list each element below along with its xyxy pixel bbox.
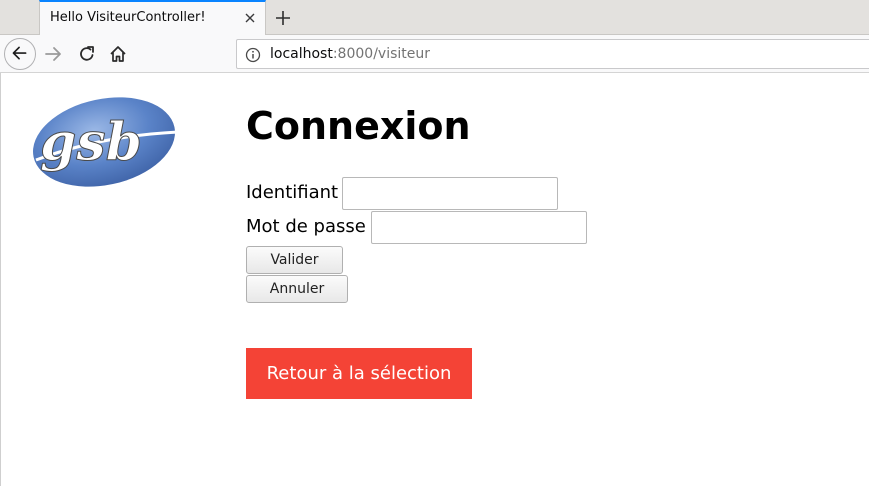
submit-button[interactable]: Valider [246, 246, 343, 274]
reload-icon[interactable] [76, 43, 98, 65]
navigation-bar: localhost:8000/visiteur [0, 35, 869, 73]
page-title: Connexion [246, 104, 471, 148]
tab-title: Hello VisiteurController! [50, 10, 206, 25]
url-path: :8000/visiteur [332, 46, 430, 62]
close-icon[interactable] [243, 11, 257, 25]
reset-button[interactable]: Annuler [246, 275, 348, 303]
url-text: localhost:8000/visiteur [270, 46, 430, 62]
logo-text: gsb [40, 112, 142, 173]
info-icon[interactable] [245, 47, 261, 63]
home-icon[interactable] [107, 43, 129, 65]
arrow-right-icon[interactable] [42, 43, 64, 65]
window-edge [0, 73, 1, 486]
back-to-selection-button[interactable]: Retour à la sélection [246, 348, 472, 399]
identifiant-input[interactable] [342, 177, 558, 210]
password-label: Mot de passe [246, 216, 366, 237]
url-bar[interactable]: localhost:8000/visiteur [236, 39, 869, 69]
tab-bar: Hello VisiteurController! [0, 0, 869, 36]
plus-icon[interactable] [271, 6, 295, 30]
arrow-left-icon [12, 46, 27, 60]
password-input[interactable] [371, 211, 587, 244]
browser-tab[interactable]: Hello VisiteurController! [39, 0, 266, 36]
url-host: localhost [270, 46, 333, 62]
back-button[interactable] [4, 38, 36, 70]
gsb-logo: gsb [33, 97, 179, 187]
identifiant-label: Identifiant [246, 182, 339, 203]
